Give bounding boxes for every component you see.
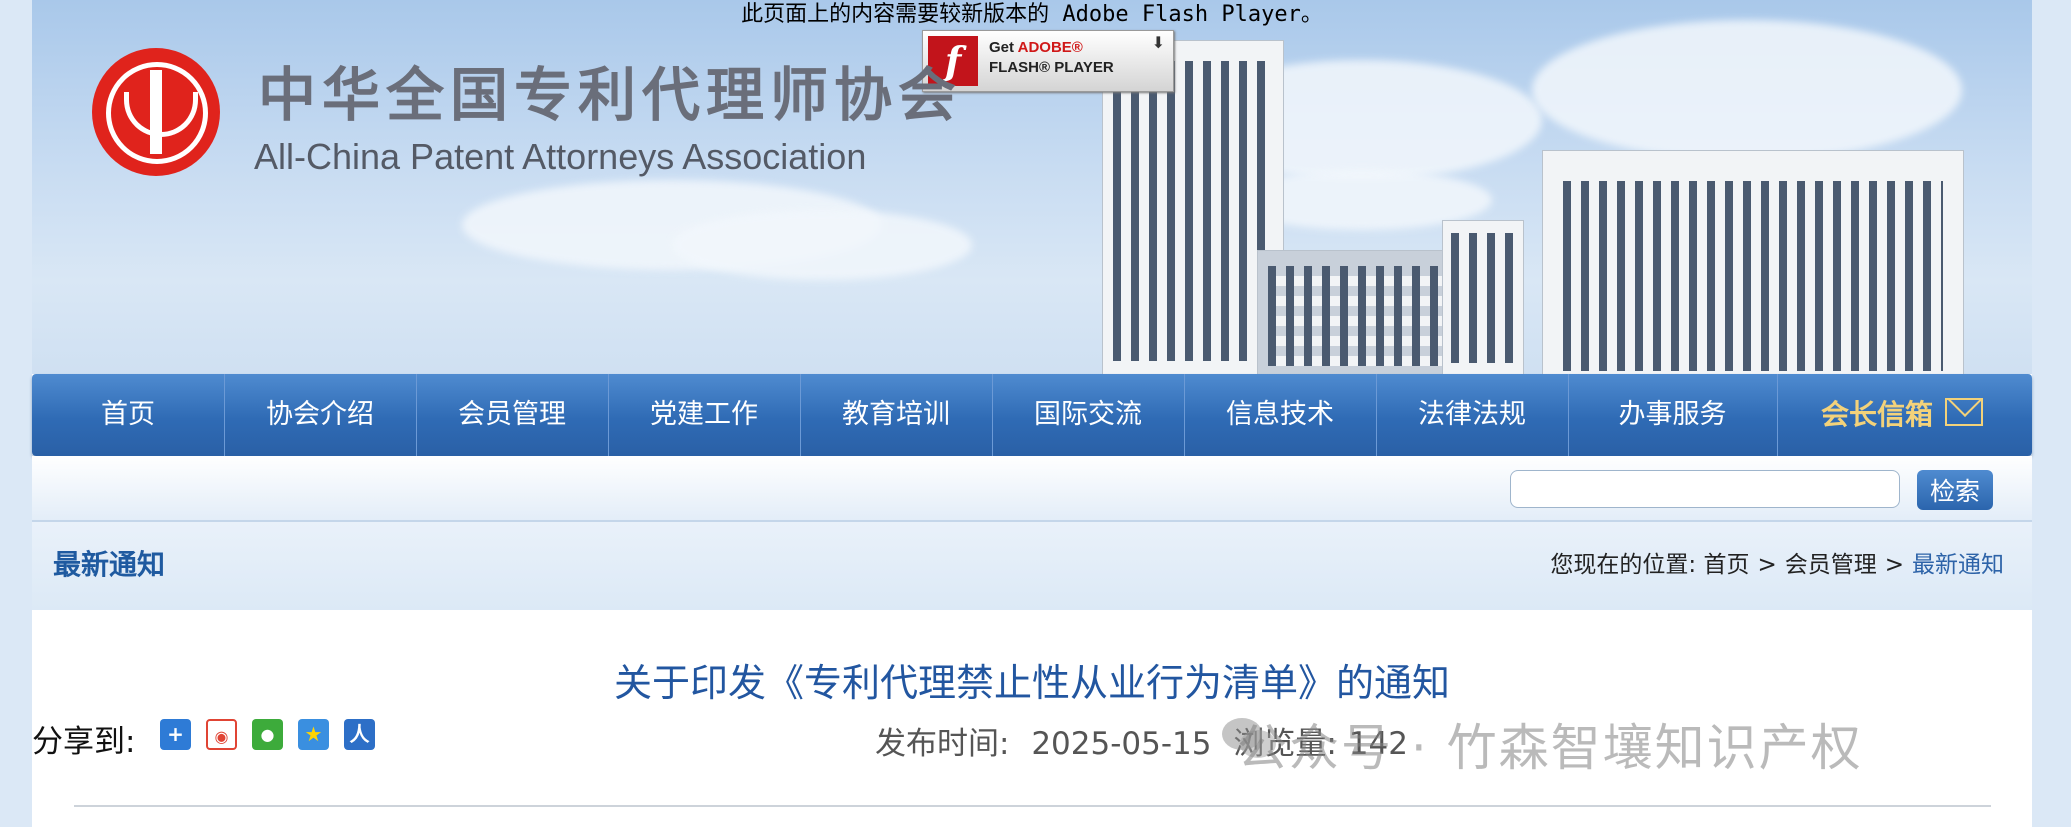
- nav-item-about[interactable]: 协会介绍: [224, 374, 417, 456]
- weibo-icon[interactable]: ◉: [206, 719, 237, 750]
- nav-item-international[interactable]: 国际交流: [992, 374, 1185, 456]
- breadcrumb-separator: >: [1884, 552, 1904, 578]
- president-mailbox-link[interactable]: 会长信箱: [1777, 374, 2032, 456]
- download-arrow-icon: ⬇: [1151, 33, 1165, 52]
- publish-date: 2025-05-15: [1031, 726, 1212, 762]
- wechat-icon[interactable]: ●: [252, 719, 283, 750]
- breadcrumb-current[interactable]: 最新通知: [1912, 552, 2004, 578]
- breadcrumb-home[interactable]: 首页: [1703, 552, 1749, 578]
- share-label: 分享到:: [32, 724, 136, 760]
- nav-item-home[interactable]: 首页: [32, 374, 225, 456]
- breadcrumb: 您现在的位置: 首页 > 会员管理 > 最新通知: [1546, 522, 2004, 608]
- publish-label: 发布时间:: [875, 726, 1010, 762]
- mailbox-label: 会长信箱: [1821, 398, 1934, 431]
- org-name-en: All-China Patent Attorneys Association: [254, 136, 867, 177]
- flash-warning-text: 此页面上的内容需要较新版本的 Adobe Flash Player。: [741, 2, 1323, 27]
- article-title: 关于印发《专利代理禁止性从业行为清单》的通知: [613, 661, 1450, 705]
- breadcrumb-separator: >: [1757, 552, 1777, 578]
- qzone-icon[interactable]: ★: [298, 719, 329, 750]
- flash-player-label: FLASH® PLAYER: [989, 59, 1114, 76]
- envelope-icon: [1945, 398, 1983, 426]
- flash-get-label: Get: [989, 39, 1015, 56]
- watermark-text: 公众号 · 竹森智壤知识产权: [1237, 719, 1863, 777]
- nav-item-it[interactable]: 信息技术: [1184, 374, 1377, 456]
- flash-adobe-label: ADOBE®: [1017, 39, 1083, 56]
- breadcrumb-prefix: 您现在的位置:: [1550, 552, 1697, 578]
- header-banner: 此页面上的内容需要较新版本的 Adobe Flash Player。 f Get…: [32, 0, 2032, 374]
- search-button[interactable]: 检索: [1917, 470, 1993, 510]
- building-right: [1542, 150, 1964, 374]
- org-name-cn: 中华全国专利代理师协会: [258, 61, 963, 129]
- nav-item-laws[interactable]: 法律法规: [1376, 374, 1569, 456]
- search-bar: 检索: [32, 456, 2032, 520]
- divider: [74, 805, 1991, 807]
- share-more-icon[interactable]: +: [160, 719, 191, 750]
- search-input[interactable]: [1510, 470, 1900, 508]
- nav-item-party[interactable]: 党建工作: [608, 374, 801, 456]
- nav-item-members[interactable]: 会员管理: [416, 374, 609, 456]
- section-title: 最新通知: [53, 548, 166, 581]
- renren-icon[interactable]: 人: [344, 719, 375, 750]
- nav-item-services[interactable]: 办事服务: [1568, 374, 1778, 456]
- breadcrumb-members[interactable]: 会员管理: [1785, 552, 1877, 578]
- association-logo: [92, 48, 220, 176]
- section-header: 最新通知 您现在的位置: 首页 > 会员管理 > 最新通知: [32, 520, 2032, 610]
- nav-item-training[interactable]: 教育培训: [800, 374, 993, 456]
- building-mid: [1442, 220, 1524, 374]
- page: 此页面上的内容需要较新版本的 Adobe Flash Player。 f Get…: [32, 0, 2032, 827]
- main-navigation: 首页 协会介绍 会员管理 党建工作 教育培训 国际交流 信息技术 法律法规 办事…: [32, 374, 2032, 456]
